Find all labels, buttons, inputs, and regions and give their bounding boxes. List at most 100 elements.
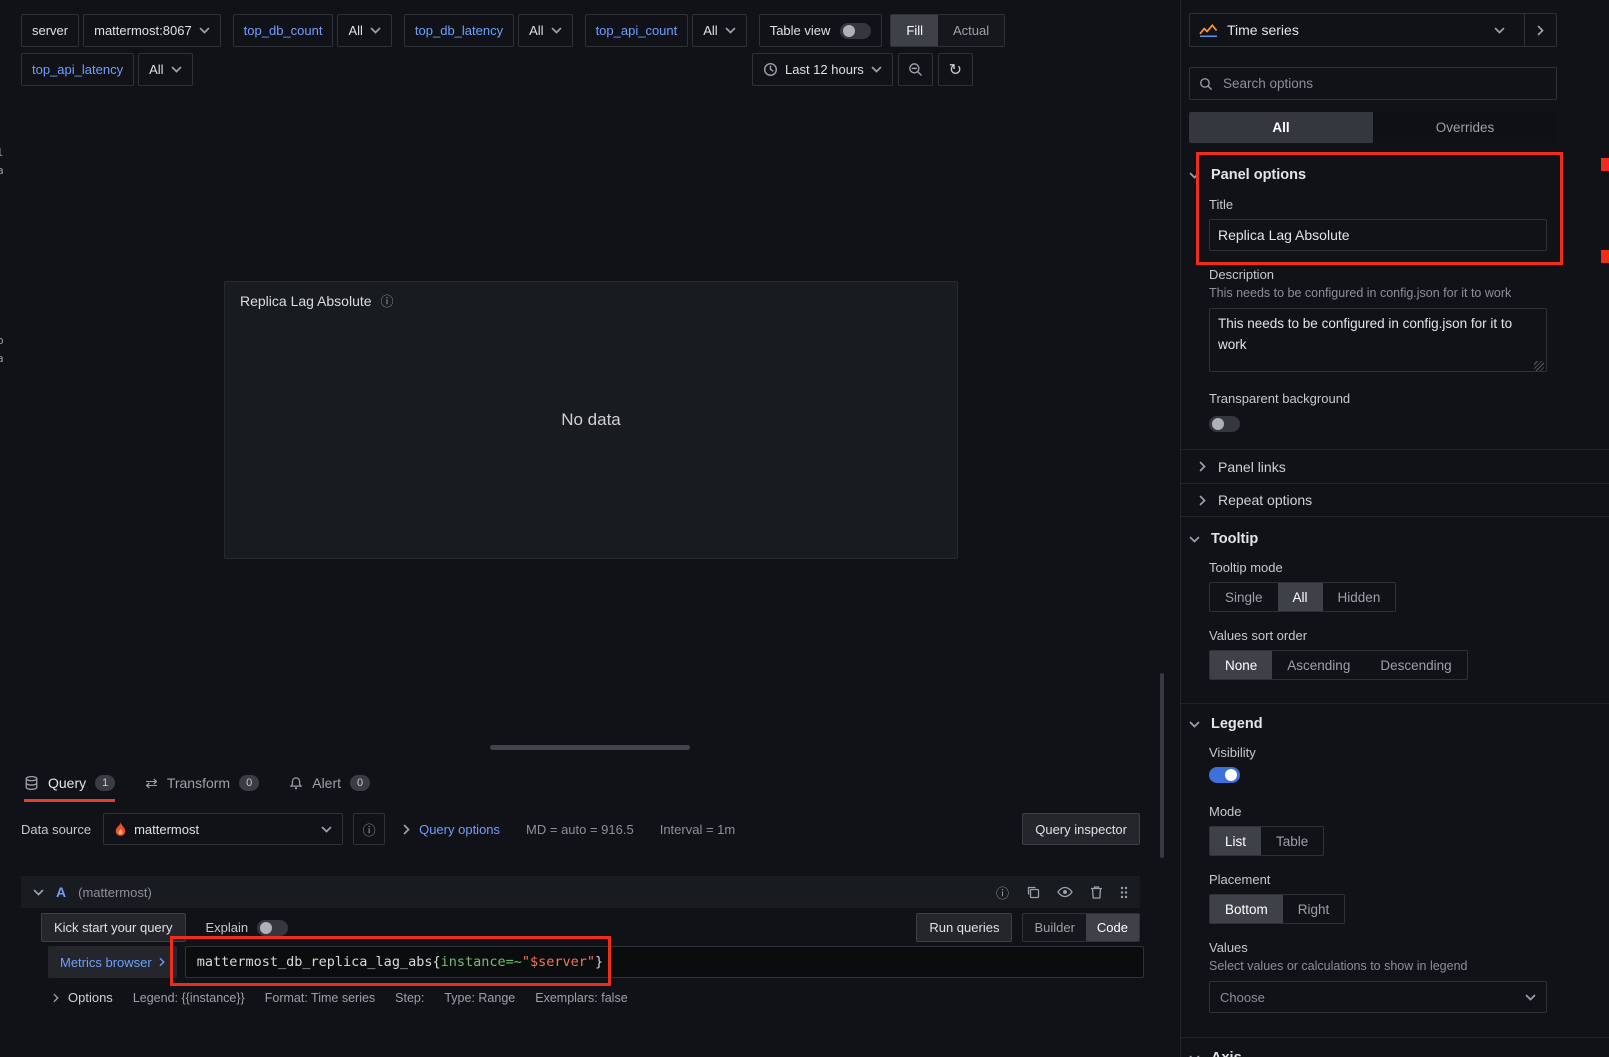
repeat-options-row[interactable]: Repeat options	[1181, 483, 1609, 516]
tab-overrides[interactable]: Overrides	[1373, 112, 1557, 143]
values-sort-group: None Ascending Descending	[1209, 650, 1468, 680]
panel-links-row[interactable]: Panel links	[1181, 450, 1609, 483]
time-range-button[interactable]: Last 12 hours	[752, 53, 893, 86]
kick-start-button[interactable]: Kick start your query	[41, 913, 186, 942]
chevron-right-icon	[1199, 461, 1206, 472]
tooltip-mode-hidden[interactable]: Hidden	[1323, 583, 1396, 611]
viz-picker[interactable]: Time series	[1189, 13, 1557, 47]
fill-actual-group: Fill Actual	[890, 14, 1005, 47]
axis-section: Axis	[1181, 1037, 1609, 1057]
zoom-out-icon	[908, 62, 923, 77]
search-input[interactable]	[1221, 75, 1547, 92]
collapse-chevron-icon[interactable]	[33, 889, 44, 896]
variable-top-api-latency-label[interactable]: top_api_latency	[21, 53, 134, 86]
description-label: Description	[1209, 267, 1547, 282]
textarea-resize-grip[interactable]	[1534, 361, 1544, 371]
variable-top-db-latency-value[interactable]: All	[518, 14, 572, 47]
tooltip-mode-single[interactable]: Single	[1210, 583, 1278, 611]
title-input[interactable]	[1209, 219, 1547, 251]
query-options-toggle[interactable]: Query options	[403, 822, 500, 837]
query-help-icon[interactable]: ⓘ	[996, 883, 1009, 902]
transparent-background-switch[interactable]	[1209, 416, 1240, 432]
builder-option[interactable]: Builder	[1023, 914, 1085, 941]
fill-option[interactable]: Fill	[891, 15, 938, 46]
datasource-picker[interactable]: mattermost	[103, 813, 343, 845]
panel-resize-handle[interactable]	[490, 745, 690, 750]
placement-bottom[interactable]: Bottom	[1210, 895, 1283, 923]
tab-all[interactable]: All	[1189, 112, 1373, 143]
search-icon	[1199, 77, 1213, 91]
table-view-label: Table view	[770, 23, 831, 38]
edge-fragment: b	[0, 334, 4, 347]
variable-top-api-count: top_api_count All	[585, 14, 747, 47]
legend-values-select[interactable]: Choose	[1209, 981, 1547, 1013]
tooltip-heading[interactable]: Tooltip	[1189, 531, 1609, 547]
options-disclosure[interactable]: Options	[53, 990, 113, 1005]
description-help-text: This needs to be configured in config.js…	[1209, 286, 1547, 300]
promql-expression-input[interactable]: mattermost_db_replica_lag_abs{instance=~…	[185, 946, 1144, 978]
legend-heading[interactable]: Legend	[1189, 716, 1609, 732]
prometheus-flame-icon	[114, 822, 127, 837]
transparent-background-field: Transparent background	[1209, 391, 1547, 435]
legend-values-field: Values Select values or calculations to …	[1209, 940, 1547, 1013]
time-range-label: Last 12 hours	[785, 62, 864, 77]
actual-option[interactable]: Actual	[938, 15, 1004, 46]
variable-top-api-latency-value[interactable]: All	[138, 53, 192, 86]
viz-panel: Replica Lag Absolute ⓘ No data	[224, 281, 958, 559]
main-scrollbar-thumb[interactable]	[1160, 673, 1164, 858]
query-row-header[interactable]: A (mattermost) ⓘ	[21, 876, 1140, 908]
query-datasource-hint: (mattermost)	[78, 885, 152, 900]
variable-top-api-count-value[interactable]: All	[692, 14, 746, 47]
description-textarea[interactable]: This needs to be configured in config.js…	[1209, 308, 1547, 372]
panel-options-heading[interactable]: Panel options	[1189, 167, 1609, 183]
sort-descending[interactable]: Descending	[1365, 651, 1466, 679]
table-view-toggle[interactable]: Table view	[759, 14, 883, 47]
code-metric: mattermost_db_replica_lag_abs{	[197, 954, 441, 970]
refresh-button[interactable]: ↻	[938, 53, 973, 86]
query-toolbar: Kick start your query Explain Run querie…	[41, 913, 1140, 942]
code-option[interactable]: Code	[1086, 914, 1139, 941]
collapse-pane-button[interactable]	[1524, 14, 1556, 46]
drag-handle-icon[interactable]	[1120, 886, 1128, 899]
legend-visibility-switch[interactable]	[1209, 767, 1240, 783]
query-inspector-button[interactable]: Query inspector	[1022, 813, 1140, 845]
placement-right[interactable]: Right	[1283, 895, 1345, 923]
edge-fragment: a	[0, 352, 4, 365]
tooltip-mode-group: Single All Hidden	[1209, 582, 1396, 612]
duplicate-icon[interactable]	[1026, 885, 1040, 899]
tab-query[interactable]: Query 1	[24, 764, 115, 802]
run-queries-button[interactable]: Run queries	[916, 913, 1012, 942]
eye-icon[interactable]	[1057, 886, 1073, 898]
variable-server-label[interactable]: server	[21, 14, 79, 47]
datasource-help-button[interactable]: ⓘ	[353, 813, 385, 845]
variable-top-db-count-label[interactable]: top_db_count	[233, 14, 334, 47]
tab-transform[interactable]: ⇄ Transform 0	[145, 764, 259, 802]
axis-heading[interactable]: Axis	[1189, 1050, 1609, 1057]
sort-none[interactable]: None	[1210, 651, 1272, 679]
zoom-out-button[interactable]	[898, 53, 933, 86]
legend-mode-list[interactable]: List	[1210, 827, 1261, 855]
options-search[interactable]	[1189, 67, 1557, 100]
explain-control: Explain	[206, 920, 289, 936]
legend-mode-table[interactable]: Table	[1261, 827, 1323, 855]
datasource-bar: Data source mattermost ⓘ Query options M…	[21, 812, 1140, 846]
tab-alert[interactable]: Alert 0	[289, 764, 370, 802]
legend-mode-group: List Table	[1209, 826, 1324, 856]
edge-fragment: a	[0, 164, 4, 177]
trash-icon[interactable]	[1090, 885, 1103, 899]
explain-switch[interactable]	[257, 920, 288, 936]
panel-links-label: Panel links	[1218, 459, 1286, 475]
metrics-browser-button[interactable]: Metrics browser	[48, 946, 177, 978]
tab-query-badge: 1	[95, 775, 115, 791]
variable-top-db-count-value[interactable]: All	[337, 14, 391, 47]
legend-placement-group: Bottom Right	[1209, 894, 1345, 924]
table-view-switch[interactable]	[840, 23, 871, 39]
tooltip-mode-all[interactable]: All	[1278, 583, 1323, 611]
sort-ascending[interactable]: Ascending	[1272, 651, 1365, 679]
chevron-down-icon	[725, 27, 736, 34]
variable-server-value[interactable]: mattermost:8067	[83, 14, 221, 47]
tooltip-mode-label: Tooltip mode	[1209, 560, 1547, 575]
variable-top-db-latency-label[interactable]: top_db_latency	[404, 14, 514, 47]
variable-top-api-count-label[interactable]: top_api_count	[585, 14, 689, 47]
legend-mode-field: Mode List Table	[1209, 804, 1547, 856]
